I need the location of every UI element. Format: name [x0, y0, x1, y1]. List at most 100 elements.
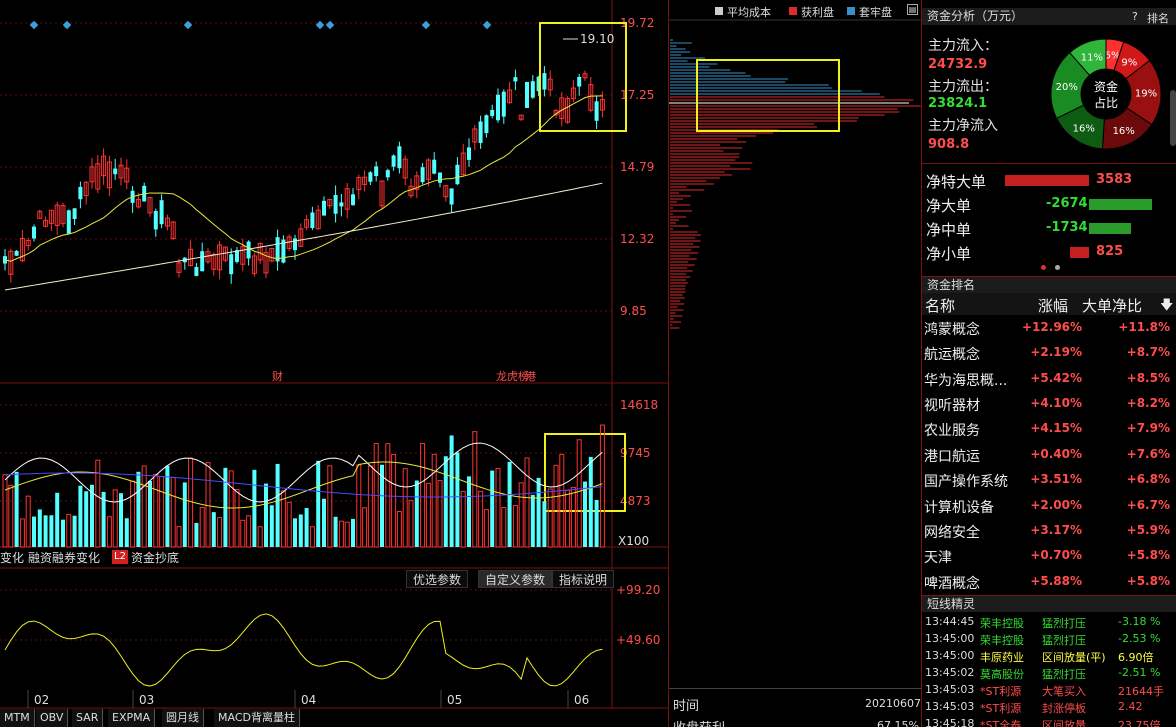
ranking-row[interactable]: 港口航运 +0.40% +7.6%: [922, 442, 1176, 467]
event-diamond-icon: [325, 20, 335, 30]
ranking-row[interactable]: 啤酒概念 +5.88% +5.8%: [922, 569, 1176, 594]
sprite-row[interactable]: 13:45:02 莫高股份 猛烈打压 -2.51 %: [922, 664, 1176, 681]
volume-bar-up: [460, 490, 466, 548]
candle-down: [333, 195, 338, 214]
indicator-tab-fund-bottom[interactable]: 资金抄底: [131, 549, 179, 566]
volume-bar-down: [490, 470, 495, 547]
indicator-help-button[interactable]: 指标说明: [552, 570, 615, 588]
volume-bar-up: [153, 473, 159, 548]
volume-bar-down: [536, 477, 541, 547]
volume-bar-down: [264, 483, 268, 547]
col-net-ratio[interactable]: 大单净比: [1082, 295, 1142, 316]
kline-svg[interactable]: 19.7217.2514.7912.329.851461897454873X10…: [0, 0, 668, 727]
ranking-row[interactable]: 鸿蒙概念 +12.96% +11.8%: [922, 315, 1176, 340]
volume-bar-up: [106, 516, 112, 548]
row-change: +4.10%: [1030, 396, 1082, 410]
net-flow-value: 825: [1096, 244, 1124, 259]
ranking-row[interactable]: 天津 +0.70% +5.8%: [922, 543, 1176, 568]
sprite-event: 猛烈打压: [1042, 634, 1086, 647]
volume-bar-up: [188, 457, 194, 548]
kline-chart-area[interactable]: 19.72 17.25 14.79 12.32 9.85 14618 9745 4873 X10…: [0, 0, 668, 727]
volume-bar-down: [443, 456, 448, 547]
indicator-tab-margin[interactable]: 融资融券变化: [28, 549, 100, 566]
fund-panel: 资金分析（万元） ? 排名 主力流入： 24732.9 主力流出： 23824.…: [921, 0, 1176, 727]
volume-bar-down: [542, 501, 547, 547]
volume-bar-up: [234, 489, 240, 548]
tab-mtm[interactable]: MTM: [0, 709, 35, 727]
row-name: 啤酒概念: [924, 576, 980, 592]
volume-bar-up: [205, 462, 211, 548]
volume-bar-up: [327, 465, 333, 548]
volume-bar-down: [194, 522, 199, 547]
ranking-row[interactable]: 计算机设备 +2.00% +6.7%: [922, 493, 1176, 518]
volume-bar-up: [309, 526, 315, 548]
ranking-row[interactable]: 国产操作系统 +3.51% +6.8%: [922, 467, 1176, 492]
volume-bar-up: [141, 465, 147, 548]
sprite-row[interactable]: 13:45:18 *ST全泰 区间放量 23.75倍: [922, 715, 1176, 727]
candle-down: [374, 166, 379, 177]
tab-moon-line[interactable]: 圆月线: [162, 709, 204, 727]
sprite-row[interactable]: 13:45:03 *ST利源 大笔买入 21644手: [922, 681, 1176, 698]
sprite-stock: 荣丰控股: [980, 634, 1024, 647]
ranking-row[interactable]: 网络安全 +3.17% +5.9%: [922, 518, 1176, 543]
event-diamond-icon: [183, 20, 193, 30]
volume-bar-down: [594, 500, 599, 547]
custom-params-button[interactable]: 自定义参数: [478, 570, 553, 588]
sprite-event: 区间放量(平): [1042, 651, 1106, 664]
col-change[interactable]: 涨幅: [1038, 295, 1068, 316]
candle-down: [525, 81, 529, 108]
month-label: 02: [34, 693, 49, 707]
volume-bar-down: [449, 435, 454, 547]
fund-analysis-title: 资金分析（万元）: [927, 9, 1024, 23]
page-dot-active[interactable]: [1041, 265, 1046, 270]
sprite-stock: *ST全泰: [980, 719, 1022, 727]
sprite-val: -3.18 %: [1118, 615, 1161, 628]
preset-params-button[interactable]: 优选参数: [406, 570, 469, 588]
volume-tick-label: 14618: [620, 398, 658, 412]
volume-bar-down: [43, 515, 48, 547]
indicator-tab-change[interactable]: 变化: [0, 549, 24, 566]
net-flow-bar: [1005, 175, 1089, 186]
candle-down: [484, 115, 489, 134]
sprite-event: 猛烈打压: [1042, 617, 1086, 630]
sprite-row[interactable]: 13:44:45 荣丰控股 猛烈打压 -3.18 %: [922, 613, 1176, 630]
candle-down: [432, 159, 437, 174]
tab-sar[interactable]: SAR: [72, 709, 104, 727]
sprite-val: 6.90倍: [1118, 651, 1154, 664]
sprite-event: 区间放量: [1042, 719, 1086, 727]
row-net: +5.8%: [1126, 574, 1170, 588]
volume-bar-down: [316, 460, 321, 547]
page-dot[interactable]: [1055, 265, 1060, 270]
row-name: 视听器材: [924, 398, 980, 414]
rank-link[interactable]: 排名: [1147, 10, 1169, 26]
vol-ma3-line: [4, 472, 603, 498]
tab-expma[interactable]: EXPMA: [108, 709, 156, 727]
volume-bar-down: [588, 456, 593, 547]
col-name[interactable]: 名称: [925, 295, 955, 316]
sprite-row[interactable]: 13:45:00 丰原药业 区间放量(平) 6.90倍: [922, 647, 1176, 664]
tab-macd-divergence[interactable]: MACD背离量柱: [214, 709, 300, 727]
volume-bar-up: [130, 480, 136, 548]
candle-down: [293, 238, 297, 251]
close-profit-label: 收盘获利: [673, 717, 725, 727]
ranking-row[interactable]: 视听器材 +4.10% +8.2%: [922, 391, 1176, 416]
sprite-stock: 丰原药业: [980, 651, 1024, 664]
sprite-stock: 荣丰控股: [980, 617, 1024, 630]
tab-obv[interactable]: OBV: [36, 709, 69, 727]
candle-down: [275, 237, 280, 262]
osc-tick-label: +99.20: [616, 583, 660, 597]
sprite-row[interactable]: 13:45:03 *ST利源 封涨停板 2.42: [922, 698, 1176, 715]
volume-bar-up: [437, 480, 443, 548]
help-icon[interactable]: ?: [1132, 10, 1138, 23]
sprite-row[interactable]: 13:45:00 荣丰控股 猛烈打压 -2.53 %: [922, 630, 1176, 647]
settings-icon[interactable]: ▤: [907, 4, 918, 15]
scrollbar[interactable]: [1170, 90, 1176, 146]
ranking-row[interactable]: 航运概念 +2.19% +8.7%: [922, 340, 1176, 365]
ranking-row[interactable]: 华为海思概... +5.42% +8.5%: [922, 366, 1176, 391]
candle-down: [391, 155, 396, 167]
volume-bar-up: [2, 474, 8, 548]
candle-down: [467, 147, 471, 160]
ranking-row[interactable]: 农业服务 +4.15% +7.9%: [922, 416, 1176, 441]
volume-bar-up: [402, 468, 408, 548]
inflow-value: 24732.9: [928, 57, 988, 72]
